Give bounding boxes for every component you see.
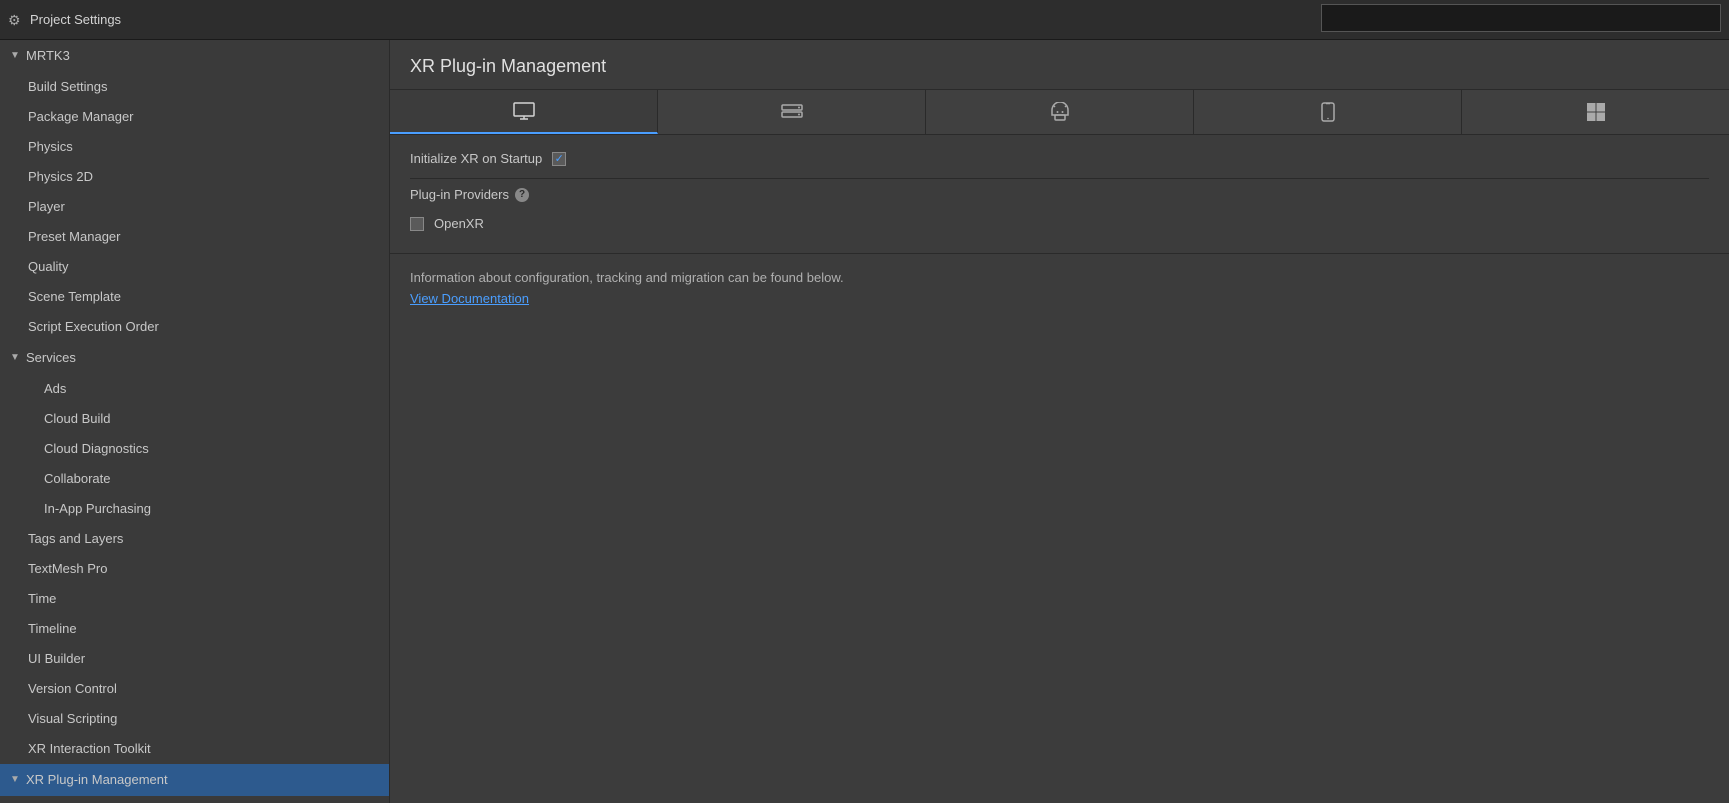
search-input[interactable] — [1321, 4, 1721, 32]
sidebar-item-label: Ads — [44, 381, 66, 396]
search-container — [1321, 4, 1721, 32]
ios-icon — [1321, 102, 1335, 122]
sidebar-item-xr-plugin-management[interactable]: ▼ XR Plug-in Management — [0, 764, 389, 796]
view-documentation-link[interactable]: View Documentation — [410, 291, 1709, 306]
sidebar-item-label: Preset Manager — [28, 229, 121, 244]
android-icon — [1051, 102, 1069, 122]
sidebar-item-label: Quality — [28, 259, 68, 274]
sidebar-item-package-manager[interactable]: Package Manager — [0, 102, 389, 132]
window-title: Project Settings — [30, 12, 121, 27]
sidebar-item-physics[interactable]: Physics — [0, 132, 389, 162]
info-text: Information about configuration, trackin… — [410, 270, 844, 285]
sidebar-item-ads[interactable]: Ads — [0, 374, 389, 404]
server-icon — [781, 103, 803, 121]
sidebar-item-label: Physics 2D — [28, 169, 93, 184]
sidebar-item-label: Script Execution Order — [28, 319, 159, 334]
sidebar-category-label: MRTK3 — [26, 45, 70, 67]
initialize-xr-label: Initialize XR on Startup — [410, 151, 542, 166]
chevron-down-icon: ▼ — [10, 769, 22, 791]
sidebar-item-label: XR Interaction Toolkit — [28, 741, 151, 756]
sidebar-item-label: Time — [28, 591, 56, 606]
sidebar-item-cloud-build[interactable]: Cloud Build — [0, 404, 389, 434]
sidebar-scroll[interactable]: ▼ MRTK3 Build Settings Package Manager P… — [0, 40, 389, 803]
sidebar-item-ui-builder[interactable]: UI Builder — [0, 644, 389, 674]
plugin-providers-label: Plug-in Providers — [410, 187, 509, 202]
sidebar-item-xr-interaction-toolkit[interactable]: XR Interaction Toolkit — [0, 734, 389, 764]
platform-tabs — [390, 90, 1729, 135]
sidebar-item-label: Physics — [28, 139, 73, 154]
initialize-xr-row: Initialize XR on Startup — [410, 151, 1709, 166]
plugin-providers-header: Plug-in Providers ? — [410, 178, 1709, 210]
tab-ios[interactable] — [1194, 90, 1462, 134]
sidebar-item-textmesh-pro[interactable]: TextMesh Pro — [0, 554, 389, 584]
help-icon[interactable]: ? — [515, 188, 529, 202]
sidebar-item-build-settings[interactable]: Build Settings — [0, 72, 389, 102]
tab-desktop[interactable] — [390, 90, 658, 134]
initialize-xr-checkbox[interactable] — [552, 152, 566, 166]
sidebar-item-label: Player — [28, 199, 65, 214]
title-bar-left: ⚙ Project Settings — [8, 12, 121, 28]
title-bar: ⚙ Project Settings ⋮ □ ✕ — [0, 0, 1729, 40]
sidebar-item-cloud-diagnostics[interactable]: Cloud Diagnostics — [0, 434, 389, 464]
tab-dedicated-server[interactable] — [658, 90, 926, 134]
provider-row-openxr: OpenXR — [410, 210, 1709, 237]
tab-windows[interactable] — [1462, 90, 1729, 134]
sidebar-item-label: Scene Template — [28, 289, 121, 304]
openxr-label: OpenXR — [434, 216, 484, 231]
sidebar: ▼ MRTK3 Build Settings Package Manager P… — [0, 40, 390, 803]
sidebar-item-openxr[interactable]: OpenXR — [0, 796, 389, 803]
sidebar-item-visual-scripting[interactable]: Visual Scripting — [0, 704, 389, 734]
chevron-down-icon: ▼ — [10, 45, 22, 67]
sidebar-item-physics-2d[interactable]: Physics 2D — [0, 162, 389, 192]
info-section: Information about configuration, trackin… — [390, 253, 1729, 322]
content-title: XR Plug-in Management — [390, 40, 1729, 90]
sidebar-item-timeline[interactable]: Timeline — [0, 614, 389, 644]
sidebar-item-label: Build Settings — [28, 79, 108, 94]
desktop-icon — [513, 102, 535, 120]
sidebar-item-scene-template[interactable]: Scene Template — [0, 282, 389, 312]
sidebar-item-label: Timeline — [28, 621, 77, 636]
sidebar-item-label: Visual Scripting — [28, 711, 117, 726]
sidebar-category-label: XR Plug-in Management — [26, 769, 168, 791]
sidebar-item-label: Cloud Diagnostics — [44, 441, 149, 456]
windows-icon — [1586, 102, 1606, 122]
main-layout: ▼ MRTK3 Build Settings Package Manager P… — [0, 40, 1729, 803]
sidebar-category-label: Services — [26, 347, 76, 369]
sidebar-category-mrtk3[interactable]: ▼ MRTK3 — [0, 40, 389, 72]
sidebar-item-label: In-App Purchasing — [44, 501, 151, 516]
xr-section: Initialize XR on Startup Plug-in Provide… — [390, 135, 1729, 253]
sidebar-item-label: UI Builder — [28, 651, 85, 666]
sidebar-item-label: TextMesh Pro — [28, 561, 107, 576]
sidebar-category-services[interactable]: ▼ Services — [0, 342, 389, 374]
sidebar-item-label: Version Control — [28, 681, 117, 696]
openxr-checkbox[interactable] — [410, 217, 424, 231]
sidebar-item-label: Package Manager — [28, 109, 134, 124]
sidebar-item-quality[interactable]: Quality — [0, 252, 389, 282]
sidebar-item-tags-and-layers[interactable]: Tags and Layers — [0, 524, 389, 554]
sidebar-item-in-app-purchasing[interactable]: In-App Purchasing — [0, 494, 389, 524]
chevron-down-icon: ▼ — [10, 347, 22, 369]
sidebar-item-label: Tags and Layers — [28, 531, 123, 546]
sidebar-item-label: Collaborate — [44, 471, 111, 486]
sidebar-item-player[interactable]: Player — [0, 192, 389, 222]
sidebar-item-collaborate[interactable]: Collaborate — [0, 464, 389, 494]
sidebar-item-label: Cloud Build — [44, 411, 111, 426]
sidebar-item-version-control[interactable]: Version Control — [0, 674, 389, 704]
sidebar-item-script-execution-order[interactable]: Script Execution Order — [0, 312, 389, 342]
sidebar-item-preset-manager[interactable]: Preset Manager — [0, 222, 389, 252]
settings-icon: ⚙ — [8, 12, 24, 28]
tab-android[interactable] — [926, 90, 1194, 134]
sidebar-item-time[interactable]: Time — [0, 584, 389, 614]
content-panel: XR Plug-in Management — [390, 40, 1729, 803]
